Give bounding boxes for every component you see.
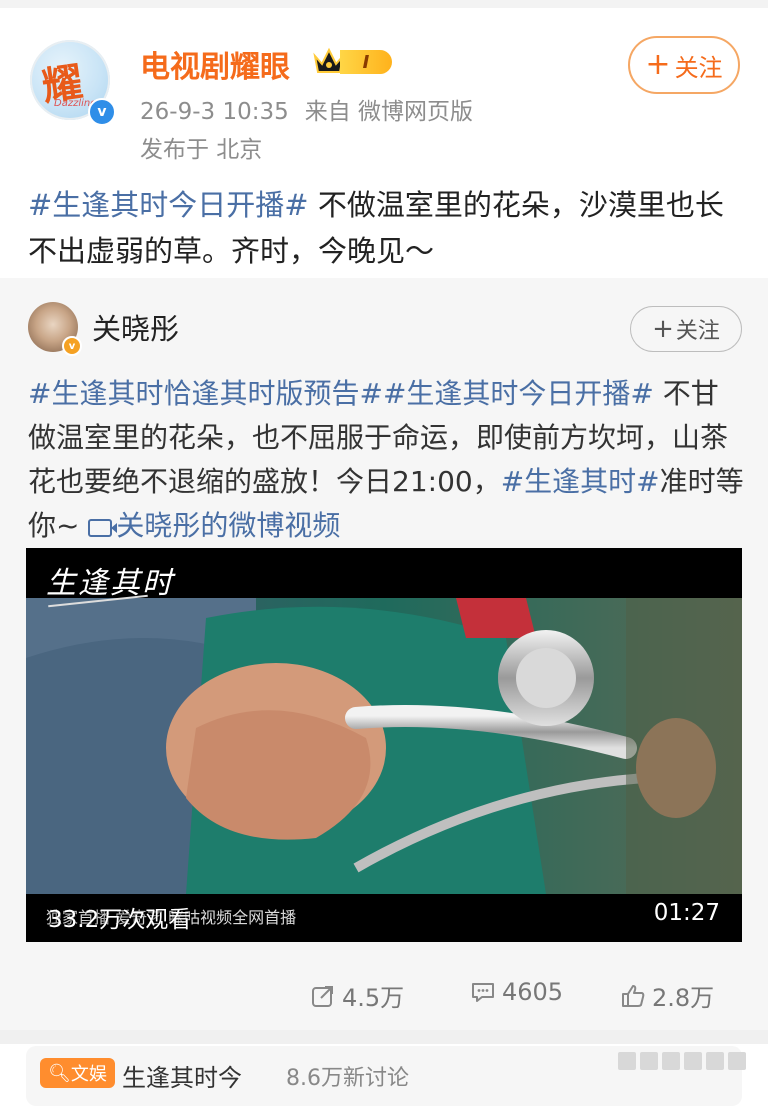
video-player[interactable]: 生逢其时 独家首播 爱奇艺 咪咕视频全网首播 33.2万次观看 01:27 — [26, 548, 742, 942]
hashtag-link[interactable]: #生逢其时今日开播# — [383, 377, 654, 410]
author-name[interactable]: 电视剧耀眼 — [140, 42, 290, 86]
video-brand-logo: 生逢其时 — [46, 566, 174, 601]
like-button[interactable]: 2.8万 — [620, 978, 714, 1013]
follow-button[interactable]: + 关注 — [628, 36, 740, 94]
repost-body: #生逢其时恰逢其时版预告##生逢其时今日开播# 不甘做温室里的花朵，也不屈服于命… — [28, 372, 746, 548]
follow-label: 关注 — [674, 53, 723, 82]
video-frame-image — [26, 598, 742, 894]
post-meta: 26-9-3 10:35 来自 微博网页版 — [140, 92, 473, 126]
follow-label: 关注 — [675, 319, 720, 344]
hashtag-link[interactable]: #生逢其时# — [501, 465, 660, 498]
comment-count: 4605 — [502, 978, 564, 1006]
post-source[interactable]: 来自 微博网页版 — [305, 99, 473, 125]
repost-button[interactable]: 4.5万 — [310, 978, 404, 1013]
topic-name: 生逢其时今 — [122, 1064, 242, 1092]
watermark — [618, 1052, 748, 1070]
vip-level-badge[interactable]: I — [340, 50, 392, 74]
video-link-label: 关晓彤的微博视频 — [116, 509, 341, 542]
post-body: #生逢其时今日开播# 不做温室里的花朵，沙漠里也长不出虚弱的草。齐时，今晚见～ — [28, 182, 743, 274]
video-duration: 01:27 — [653, 900, 720, 926]
repost-follow-button[interactable]: + 关注 — [630, 306, 742, 352]
search-icon: 🔍︎ — [48, 1062, 71, 1084]
post-time: 26-9-3 10:35 — [140, 99, 289, 125]
thumbs-up-icon — [622, 984, 645, 1007]
plus-icon: + — [645, 47, 671, 82]
hashtag-link[interactable]: #生逢其时恰逢其时版预告# — [28, 377, 383, 410]
video-camera-icon — [88, 519, 118, 537]
topic-tag-label: 文娱 — [70, 1064, 107, 1085]
repost-icon — [312, 985, 333, 1007]
verified-icon: v — [88, 98, 116, 126]
repost-author-name[interactable]: 关晓彤 — [92, 306, 179, 348]
action-bar: 4.5万 4605 2.8万 — [0, 978, 768, 1018]
post-location: 发布于 北京 — [140, 137, 263, 163]
top-divider — [0, 0, 768, 8]
video-link[interactable]: 关晓彤的微博视频 — [88, 509, 340, 542]
comment-icon — [472, 983, 494, 1002]
repost-count: 4.5万 — [342, 984, 405, 1012]
comment-button[interactable]: 4605 — [470, 978, 563, 1006]
topic-count: 8.6万新讨论 — [286, 1066, 409, 1091]
like-count: 2.8万 — [652, 984, 715, 1012]
verified-small-icon: v — [62, 336, 82, 356]
reposted-card[interactable]: v 关晓彤 + 关注 #生逢其时恰逢其时版预告##生逢其时今日开播# 不甘做温室… — [0, 278, 768, 1030]
video-view-count: 33.2万次观看 — [48, 907, 192, 933]
hashtag-link[interactable]: #生逢其时今日开播# — [28, 188, 309, 222]
topic-tag: 🔍︎ 文娱 — [40, 1058, 115, 1088]
section-divider — [0, 1030, 768, 1044]
plus-icon: + — [652, 314, 674, 344]
